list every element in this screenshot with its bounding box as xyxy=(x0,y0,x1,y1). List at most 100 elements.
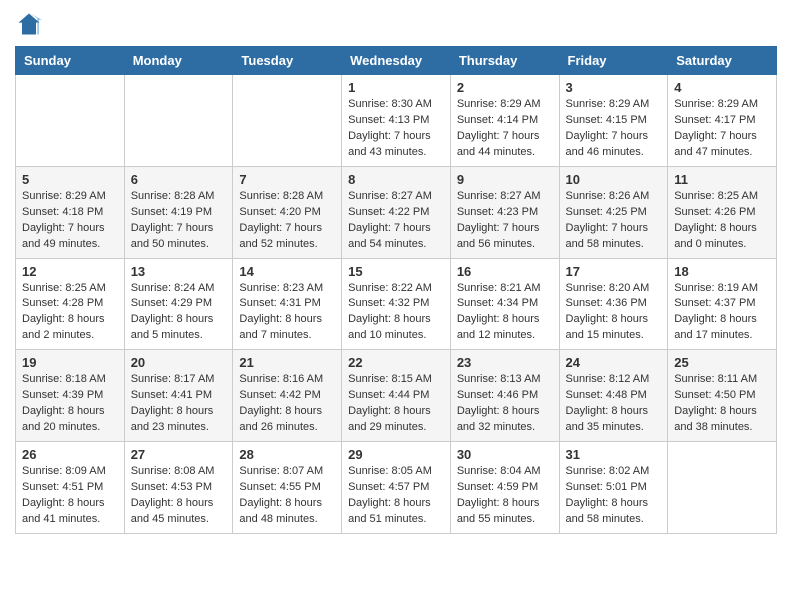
calendar-day-cell: 21 Sunrise: 8:16 AMSunset: 4:42 PMDayligh… xyxy=(233,350,342,442)
day-number: 16 xyxy=(457,264,553,279)
day-number: 24 xyxy=(566,355,662,370)
day-number: 22 xyxy=(348,355,444,370)
day-info: Sunrise: 8:23 AMSunset: 4:31 PMDaylight:… xyxy=(239,281,335,345)
day-info: Sunrise: 8:11 AMSunset: 4:50 PMDaylight:… xyxy=(674,372,770,436)
calendar-day-cell: 24 Sunrise: 8:12 AMSunset: 4:48 PMDayligh… xyxy=(559,350,668,442)
calendar-day-header: Tuesday xyxy=(233,47,342,75)
day-number: 11 xyxy=(674,172,770,187)
calendar-day-cell: 3 Sunrise: 8:29 AMSunset: 4:15 PMDaylight… xyxy=(559,75,668,167)
day-info: Sunrise: 8:26 AMSunset: 4:25 PMDaylight:… xyxy=(566,189,662,253)
calendar-day-cell xyxy=(16,75,125,167)
day-number: 27 xyxy=(131,447,227,462)
calendar-day-cell: 28 Sunrise: 8:07 AMSunset: 4:55 PMDayligh… xyxy=(233,442,342,534)
day-info: Sunrise: 8:18 AMSunset: 4:39 PMDaylight:… xyxy=(22,372,118,436)
calendar-day-cell: 17 Sunrise: 8:20 AMSunset: 4:36 PMDayligh… xyxy=(559,258,668,350)
calendar-day-cell: 15Sunrise: 8:22 AMSunset: 4:32 PMDayligh… xyxy=(342,258,451,350)
day-info: Sunrise: 8:13 AMSunset: 4:46 PMDaylight:… xyxy=(457,372,553,436)
calendar-day-header: Wednesday xyxy=(342,47,451,75)
day-number: 29 xyxy=(348,447,444,462)
day-info: Sunrise: 8:02 AMSunset: 5:01 PMDaylight:… xyxy=(566,464,662,528)
day-info: Sunrise: 8:30 AMSunset: 4:13 PMDaylight:… xyxy=(348,97,444,161)
day-info: Sunrise: 8:12 AMSunset: 4:48 PMDaylight:… xyxy=(566,372,662,436)
day-number: 5 xyxy=(22,172,118,187)
day-info: Sunrise: 8:29 AMSunset: 4:15 PMDaylight:… xyxy=(566,97,662,161)
calendar-day-cell: 13 Sunrise: 8:24 AMSunset: 4:29 PMDayligh… xyxy=(124,258,233,350)
calendar-day-cell: 5 Sunrise: 8:29 AMSunset: 4:18 PMDaylight… xyxy=(16,166,125,258)
day-number: 4 xyxy=(674,80,770,95)
day-number: 18 xyxy=(674,264,770,279)
day-info: Sunrise: 8:22 AMSunset: 4:32 PMDaylight:… xyxy=(348,281,444,345)
day-info: Sunrise: 8:07 AMSunset: 4:55 PMDaylight:… xyxy=(239,464,335,528)
day-info: Sunrise: 8:29 AMSunset: 4:14 PMDaylight:… xyxy=(457,97,553,161)
calendar-week-row: 1Sunrise: 8:30 AMSunset: 4:13 PMDaylight… xyxy=(16,75,777,167)
day-number: 13 xyxy=(131,264,227,279)
calendar-day-cell: 10 Sunrise: 8:26 AMSunset: 4:25 PMDayligh… xyxy=(559,166,668,258)
day-info: Sunrise: 8:27 AMSunset: 4:22 PMDaylight:… xyxy=(348,189,444,253)
calendar-day-cell: 1Sunrise: 8:30 AMSunset: 4:13 PMDaylight… xyxy=(342,75,451,167)
calendar-day-cell: 16Sunrise: 8:21 AMSunset: 4:34 PMDayligh… xyxy=(450,258,559,350)
day-number: 30 xyxy=(457,447,553,462)
day-info: Sunrise: 8:19 AMSunset: 4:37 PMDaylight:… xyxy=(674,281,770,345)
calendar-table: SundayMondayTuesdayWednesdayThursdayFrid… xyxy=(15,46,777,534)
calendar-week-row: 26Sunrise: 8:09 AMSunset: 4:51 PMDayligh… xyxy=(16,442,777,534)
logo-icon xyxy=(15,10,43,38)
calendar-day-cell xyxy=(233,75,342,167)
calendar-week-row: 12 Sunrise: 8:25 AMSunset: 4:28 PMDayligh… xyxy=(16,258,777,350)
calendar-day-cell: 14 Sunrise: 8:23 AMSunset: 4:31 PMDayligh… xyxy=(233,258,342,350)
calendar-day-cell: 31 Sunrise: 8:02 AMSunset: 5:01 PMDayligh… xyxy=(559,442,668,534)
calendar-day-cell: 11 Sunrise: 8:25 AMSunset: 4:26 PMDayligh… xyxy=(668,166,777,258)
calendar-day-cell: 26Sunrise: 8:09 AMSunset: 4:51 PMDayligh… xyxy=(16,442,125,534)
day-number: 7 xyxy=(239,172,335,187)
calendar-day-header: Monday xyxy=(124,47,233,75)
logo xyxy=(15,10,45,38)
day-info: Sunrise: 8:28 AMSunset: 4:20 PMDaylight:… xyxy=(239,189,335,253)
calendar-day-cell: 27 Sunrise: 8:08 AMSunset: 4:53 PMDayligh… xyxy=(124,442,233,534)
day-number: 28 xyxy=(239,447,335,462)
calendar-day-header: Sunday xyxy=(16,47,125,75)
day-number: 6 xyxy=(131,172,227,187)
calendar-week-row: 19 Sunrise: 8:18 AMSunset: 4:39 PMDayligh… xyxy=(16,350,777,442)
day-number: 14 xyxy=(239,264,335,279)
day-info: Sunrise: 8:20 AMSunset: 4:36 PMDaylight:… xyxy=(566,281,662,345)
calendar-day-cell: 12 Sunrise: 8:25 AMSunset: 4:28 PMDayligh… xyxy=(16,258,125,350)
day-info: Sunrise: 8:25 AMSunset: 4:26 PMDaylight:… xyxy=(674,189,770,253)
day-info: Sunrise: 8:17 AMSunset: 4:41 PMDaylight:… xyxy=(131,372,227,436)
day-number: 12 xyxy=(22,264,118,279)
calendar-day-cell: 20 Sunrise: 8:17 AMSunset: 4:41 PMDayligh… xyxy=(124,350,233,442)
day-number: 23 xyxy=(457,355,553,370)
day-info: Sunrise: 8:04 AMSunset: 4:59 PMDaylight:… xyxy=(457,464,553,528)
day-number: 9 xyxy=(457,172,553,187)
day-info: Sunrise: 8:28 AMSunset: 4:19 PMDaylight:… xyxy=(131,189,227,253)
calendar-day-cell: 18 Sunrise: 8:19 AMSunset: 4:37 PMDayligh… xyxy=(668,258,777,350)
day-info: Sunrise: 8:08 AMSunset: 4:53 PMDaylight:… xyxy=(131,464,227,528)
calendar-day-header: Friday xyxy=(559,47,668,75)
page-header xyxy=(15,10,777,38)
day-number: 31 xyxy=(566,447,662,462)
calendar-day-cell: 2 Sunrise: 8:29 AMSunset: 4:14 PMDaylight… xyxy=(450,75,559,167)
page-container: SundayMondayTuesdayWednesdayThursdayFrid… xyxy=(0,0,792,549)
calendar-day-cell xyxy=(668,442,777,534)
calendar-day-cell: 19 Sunrise: 8:18 AMSunset: 4:39 PMDayligh… xyxy=(16,350,125,442)
day-number: 10 xyxy=(566,172,662,187)
calendar-day-cell: 30 Sunrise: 8:04 AMSunset: 4:59 PMDayligh… xyxy=(450,442,559,534)
day-number: 21 xyxy=(239,355,335,370)
day-info: Sunrise: 8:16 AMSunset: 4:42 PMDaylight:… xyxy=(239,372,335,436)
calendar-day-cell: 8Sunrise: 8:27 AMSunset: 4:22 PMDaylight… xyxy=(342,166,451,258)
calendar-day-cell: 29Sunrise: 8:05 AMSunset: 4:57 PMDayligh… xyxy=(342,442,451,534)
day-number: 3 xyxy=(566,80,662,95)
day-number: 2 xyxy=(457,80,553,95)
day-info: Sunrise: 8:27 AMSunset: 4:23 PMDaylight:… xyxy=(457,189,553,253)
day-number: 19 xyxy=(22,355,118,370)
day-number: 25 xyxy=(674,355,770,370)
calendar-day-header: Saturday xyxy=(668,47,777,75)
calendar-day-cell: 22Sunrise: 8:15 AMSunset: 4:44 PMDayligh… xyxy=(342,350,451,442)
day-number: 20 xyxy=(131,355,227,370)
day-info: Sunrise: 8:29 AMSunset: 4:18 PMDaylight:… xyxy=(22,189,118,253)
calendar-week-row: 5 Sunrise: 8:29 AMSunset: 4:18 PMDaylight… xyxy=(16,166,777,258)
day-number: 17 xyxy=(566,264,662,279)
day-info: Sunrise: 8:29 AMSunset: 4:17 PMDaylight:… xyxy=(674,97,770,161)
calendar-day-cell: 25 Sunrise: 8:11 AMSunset: 4:50 PMDayligh… xyxy=(668,350,777,442)
day-info: Sunrise: 8:25 AMSunset: 4:28 PMDaylight:… xyxy=(22,281,118,345)
calendar-day-cell: 23 Sunrise: 8:13 AMSunset: 4:46 PMDayligh… xyxy=(450,350,559,442)
day-info: Sunrise: 8:24 AMSunset: 4:29 PMDaylight:… xyxy=(131,281,227,345)
